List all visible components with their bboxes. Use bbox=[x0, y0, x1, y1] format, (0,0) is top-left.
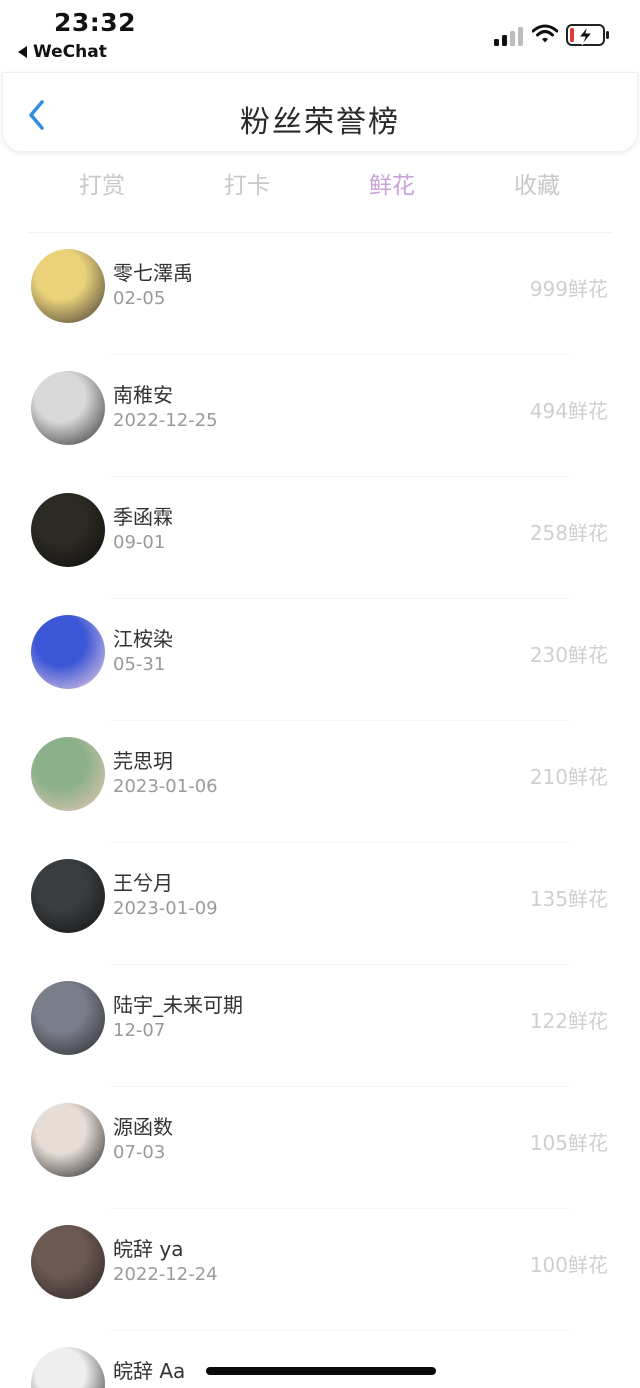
avatar[interactable] bbox=[31, 1347, 105, 1388]
avatar[interactable] bbox=[31, 249, 105, 323]
fan-date: 12-07 bbox=[113, 1020, 166, 1041]
fan-date: 2022-12-24 bbox=[113, 1264, 218, 1285]
home-indicator[interactable] bbox=[206, 1367, 436, 1375]
flower-count: 135鲜花 bbox=[529, 887, 608, 911]
wifi-icon bbox=[532, 24, 558, 43]
status-time: 23:32 bbox=[54, 8, 137, 37]
fan-name: 王兮月 bbox=[113, 871, 173, 895]
fan-date: 05-31 bbox=[113, 654, 166, 675]
flower-count: 105鲜花 bbox=[529, 1131, 608, 1155]
fan-name: 南稚安 bbox=[113, 383, 173, 407]
fan-name: 零七澤禹 bbox=[113, 261, 193, 285]
flower-count: 210鲜花 bbox=[529, 765, 608, 789]
avatar[interactable] bbox=[31, 737, 105, 811]
fan-name: 江桉染 bbox=[113, 627, 173, 651]
list-item[interactable]: 南稚安 2022-12-25 494鲜花 bbox=[0, 355, 640, 477]
avatar[interactable] bbox=[31, 615, 105, 689]
flower-count: 100鲜花 bbox=[529, 1253, 608, 1277]
fan-name: 源函数 bbox=[113, 1115, 173, 1139]
back-triangle-icon bbox=[18, 46, 27, 58]
fan-date: 2023-01-06 bbox=[113, 776, 218, 797]
flower-count: 230鲜花 bbox=[529, 643, 608, 667]
list-item[interactable]: 王兮月 2023-01-09 135鲜花 bbox=[0, 843, 640, 965]
fan-name: 芫思玥 bbox=[113, 749, 173, 773]
flower-count: 999鲜花 bbox=[529, 277, 608, 301]
tab-favorites[interactable]: 收藏 bbox=[477, 166, 597, 200]
fan-name: 季函霖 bbox=[113, 505, 173, 529]
fan-date: 07-03 bbox=[113, 1142, 166, 1163]
fan-date: 02-05 bbox=[113, 288, 166, 309]
fan-ranking-list: 零七澤禹 02-05 999鲜花南稚安 2022-12-25 494鲜花季函霖 09-01… bbox=[0, 233, 640, 1388]
cellular-signal-icon bbox=[494, 26, 524, 46]
list-item[interactable]: 江桉染 05-31 230鲜花 bbox=[0, 599, 640, 721]
list-item[interactable]: 芫思玥 2023-01-06 210鲜花 bbox=[0, 721, 640, 843]
fan-name: 皖辞 Aa bbox=[113, 1359, 186, 1383]
list-item[interactable]: 陆宇_未来可期 12-07 122鲜花 bbox=[0, 965, 640, 1087]
page: 23:32 WeChat 粉丝荣誉榜 打赏 打卡 鲜花 收藏 零七澤禹 02-0… bbox=[0, 0, 640, 1388]
tab-reward[interactable]: 打赏 bbox=[42, 166, 162, 200]
list-item[interactable]: 源函数 07-03 105鲜花 bbox=[0, 1087, 640, 1209]
navigation-bar: 粉丝荣誉榜 bbox=[2, 72, 638, 152]
fan-name: 陆宇_未来可期 bbox=[113, 993, 243, 1017]
tab-flowers[interactable]: 鲜花 bbox=[332, 166, 452, 200]
list-item[interactable]: 零七澤禹 02-05 999鲜花 bbox=[0, 233, 640, 355]
avatar[interactable] bbox=[31, 981, 105, 1055]
fan-name: 皖辞 ya bbox=[113, 1237, 184, 1261]
status-bar: 23:32 WeChat bbox=[0, 0, 640, 70]
list-item[interactable]: 皖辞 ya 2022-12-24 100鲜花 bbox=[0, 1209, 640, 1331]
avatar[interactable] bbox=[31, 371, 105, 445]
back-app-label: WeChat bbox=[33, 42, 107, 62]
flower-count: 122鲜花 bbox=[529, 1009, 608, 1033]
tab-bar: 打赏 打卡 鲜花 收藏 bbox=[0, 160, 640, 206]
avatar[interactable] bbox=[31, 1103, 105, 1177]
avatar[interactable] bbox=[31, 859, 105, 933]
list-item[interactable]: 季函霖 09-01 258鲜花 bbox=[0, 477, 640, 599]
tab-checkin[interactable]: 打卡 bbox=[187, 166, 307, 200]
avatar[interactable] bbox=[31, 1225, 105, 1299]
fan-date: 2022-12-25 bbox=[113, 410, 218, 431]
back-to-app-button[interactable]: WeChat bbox=[18, 42, 107, 62]
fan-date: 09-01 bbox=[113, 532, 166, 553]
page-title: 粉丝荣誉榜 bbox=[240, 105, 400, 140]
flower-count: 258鲜花 bbox=[529, 521, 608, 545]
avatar[interactable] bbox=[31, 493, 105, 567]
flower-count: 494鲜花 bbox=[529, 399, 608, 423]
list-item[interactable]: 皖辞 Aa bbox=[0, 1331, 640, 1388]
battery-charging-icon bbox=[566, 24, 609, 46]
fan-date: 2023-01-09 bbox=[113, 898, 218, 919]
